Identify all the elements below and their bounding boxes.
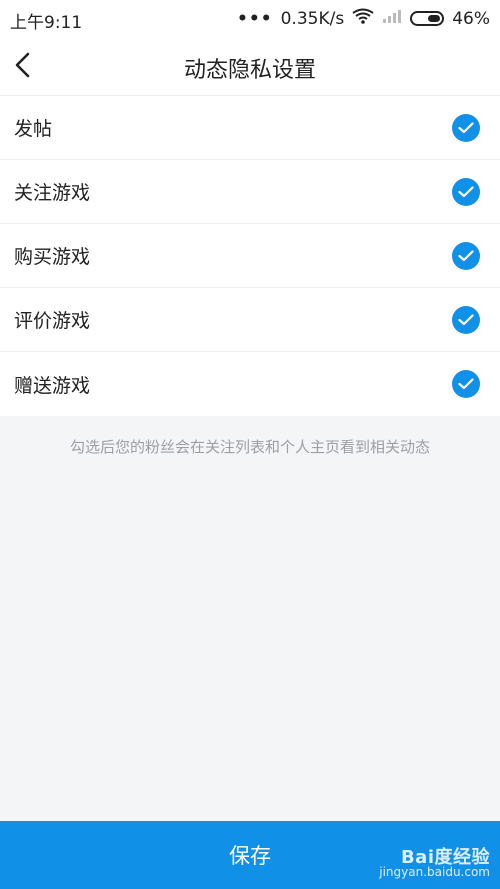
checkmark-icon[interactable]: [452, 178, 480, 206]
option-row-review-game[interactable]: 评价游戏: [0, 288, 500, 352]
watermark-brand: Bai度经验: [400, 847, 490, 868]
nav-bar: 动态隐私设置: [0, 36, 500, 96]
option-row-buy-game[interactable]: 购买游戏: [0, 224, 500, 288]
battery-icon: [410, 11, 445, 26]
status-icons: ••• 0.35K/s 46%: [237, 8, 490, 29]
signal-icon: [382, 8, 402, 29]
network-speed: 0.35K/s: [280, 8, 345, 29]
option-row-post[interactable]: 发帖: [0, 96, 500, 160]
checkmark-icon[interactable]: [452, 242, 480, 270]
watermark-url: jingyan.baidu.com: [379, 865, 490, 879]
battery-level: 46%: [452, 8, 490, 29]
checkmark-icon[interactable]: [452, 306, 480, 334]
status-time: 上午9:11: [10, 13, 83, 33]
hint-text: 勾选后您的粉丝会在关注列表和个人主页看到相关动态: [69, 438, 430, 456]
option-row-follow-game[interactable]: 关注游戏: [0, 160, 500, 224]
checkmark-icon[interactable]: [452, 114, 480, 142]
privacy-options-list: 发帖 关注游戏 购买游戏 评价游戏 赠送游戏: [0, 96, 500, 416]
watermark: Bai度经验 jingyan.baidu.com: [379, 847, 490, 880]
option-label: 购买游戏: [14, 246, 91, 268]
checkmark-icon[interactable]: [452, 370, 480, 398]
save-button[interactable]: 保存 Bai度经验 jingyan.baidu.com: [0, 821, 500, 889]
more-dots-icon: •••: [237, 8, 273, 29]
option-row-gift-game[interactable]: 赠送游戏: [0, 352, 500, 416]
option-label: 关注游戏: [14, 182, 91, 204]
page-title: 动态隐私设置: [183, 58, 316, 83]
save-label: 保存: [229, 844, 271, 868]
option-label: 评价游戏: [14, 310, 91, 332]
option-label: 发帖: [14, 118, 53, 140]
status-bar: 上午9:11 ••• 0.35K/s 46%: [0, 0, 500, 36]
option-label: 赠送游戏: [14, 374, 91, 397]
wifi-icon: [352, 8, 374, 29]
